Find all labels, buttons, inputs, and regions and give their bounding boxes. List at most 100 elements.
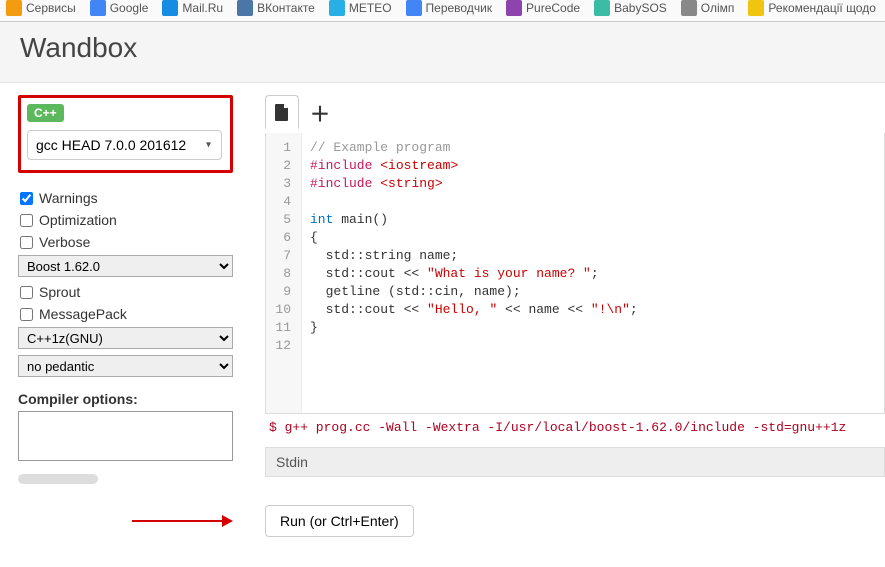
option-row[interactable]: Sprout xyxy=(18,281,233,303)
bookmark-label: PureCode xyxy=(526,1,580,15)
option-checkbox[interactable] xyxy=(20,236,33,249)
code-line: std::string name; xyxy=(310,247,876,265)
line-number: 8 xyxy=(270,265,295,283)
code-line xyxy=(310,193,876,211)
options-panel-2: Sprout MessagePack xyxy=(18,281,233,325)
compiler-options-label: Compiler options: xyxy=(18,391,233,407)
bookmark-favicon xyxy=(506,0,522,16)
code-editor[interactable]: 123456789101112 // Example program#inclu… xyxy=(265,133,885,414)
compiler-options-input[interactable] xyxy=(18,411,233,461)
bookmark-item[interactable]: METEO xyxy=(329,0,392,16)
run-row: Run (or Ctrl+Enter) xyxy=(265,505,885,537)
option-label: Optimization xyxy=(39,212,117,228)
code-line: // Example program xyxy=(310,139,876,157)
bookmark-item[interactable]: Сервисы xyxy=(6,0,76,16)
line-number: 10 xyxy=(270,301,295,319)
line-number: 6 xyxy=(270,229,295,247)
bookmark-label: Олімп xyxy=(701,1,735,15)
line-number: 4 xyxy=(270,193,295,211)
line-number: 1 xyxy=(270,139,295,157)
bookmark-favicon xyxy=(681,0,697,16)
code-line: std::cout << "What is your name? "; xyxy=(310,265,876,283)
compiler-command-line: $ g++ prog.cc -Wall -Wextra -I/usr/local… xyxy=(265,414,885,441)
line-number: 7 xyxy=(270,247,295,265)
arrow-annotation xyxy=(113,515,233,527)
option-checkbox[interactable] xyxy=(20,308,33,321)
option-checkbox[interactable] xyxy=(20,286,33,299)
page-header: Wandbox xyxy=(0,22,885,83)
tab-bar: ＋ xyxy=(265,95,885,133)
bookmark-item[interactable]: Mail.Ru xyxy=(162,0,223,16)
option-label: Verbose xyxy=(39,234,90,250)
bookmark-item[interactable]: ВКонтакте xyxy=(237,0,315,16)
line-number: 2 xyxy=(270,157,295,175)
std-select[interactable]: C++1z(GNU) xyxy=(18,327,233,349)
option-label: Sprout xyxy=(39,284,80,300)
run-button[interactable]: Run (or Ctrl+Enter) xyxy=(265,505,414,537)
page-title: Wandbox xyxy=(20,32,865,64)
options-panel: Warnings Optimization Verbose xyxy=(18,187,233,253)
bookmark-favicon xyxy=(406,0,422,16)
bookmark-label: Переводчик xyxy=(426,1,493,15)
option-label: Warnings xyxy=(39,190,98,206)
compiler-dropdown[interactable]: gcc HEAD 7.0.0 201612 ▾ xyxy=(27,130,222,160)
bookmark-favicon xyxy=(748,0,764,16)
code-line: getline (std::cin, name); xyxy=(310,283,876,301)
code-line: } xyxy=(310,319,876,337)
line-number: 11 xyxy=(270,319,295,337)
bookmark-label: METEO xyxy=(349,1,392,15)
line-number: 12 xyxy=(270,337,295,355)
option-label: MessagePack xyxy=(39,306,127,322)
bookmark-item[interactable]: Рекомендації щодо xyxy=(748,0,875,16)
pedantic-select[interactable]: no pedantic xyxy=(18,355,233,377)
bookmark-label: ВКонтакте xyxy=(257,1,315,15)
compiler-highlight-box: C++ gcc HEAD 7.0.0 201612 ▾ xyxy=(18,95,233,173)
option-checkbox[interactable] xyxy=(20,192,33,205)
bookmarks-bar: Сервисы Google Mail.Ru ВКонтакте METEO Перево… xyxy=(0,0,885,22)
bookmark-favicon xyxy=(329,0,345,16)
bookmark-favicon xyxy=(162,0,178,16)
line-number: 9 xyxy=(270,283,295,301)
bookmark-item[interactable]: Переводчик xyxy=(406,0,493,16)
bookmark-favicon xyxy=(237,0,253,16)
line-gutter: 123456789101112 xyxy=(266,133,302,413)
bookmark-label: Mail.Ru xyxy=(182,1,223,15)
file-icon xyxy=(275,104,289,121)
option-row[interactable]: Optimization xyxy=(18,209,233,231)
option-row[interactable]: Verbose xyxy=(18,231,233,253)
code-content[interactable]: // Example program#include <iostream>#in… xyxy=(302,133,884,413)
line-number: 3 xyxy=(270,175,295,193)
file-tab[interactable] xyxy=(265,95,299,129)
code-line xyxy=(310,337,876,355)
stdin-toggle[interactable]: Stdin xyxy=(265,447,885,477)
code-line: int main() xyxy=(310,211,876,229)
bookmark-label: Рекомендації щодо xyxy=(768,1,875,15)
scrollbar-stub xyxy=(18,474,98,484)
compiler-dropdown-label: gcc HEAD 7.0.0 201612 xyxy=(36,137,186,153)
option-checkbox[interactable] xyxy=(20,214,33,227)
bookmark-item[interactable]: PureCode xyxy=(506,0,580,16)
bookmark-favicon xyxy=(6,0,22,16)
bookmark-item[interactable]: BabySOS xyxy=(594,0,667,16)
language-badge: C++ xyxy=(27,104,64,122)
option-row[interactable]: Warnings xyxy=(18,187,233,209)
code-line: { xyxy=(310,229,876,247)
line-number: 5 xyxy=(270,211,295,229)
bookmark-label: Сервисы xyxy=(26,1,76,15)
add-tab-button[interactable]: ＋ xyxy=(303,95,337,129)
code-line: #include <string> xyxy=(310,175,876,193)
bookmark-favicon xyxy=(594,0,610,16)
bookmark-label: BabySOS xyxy=(614,1,667,15)
bookmark-item[interactable]: Олімп xyxy=(681,0,735,16)
bookmark-item[interactable]: Google xyxy=(90,0,149,16)
bookmark-label: Google xyxy=(110,1,149,15)
plus-icon: ＋ xyxy=(310,98,330,127)
main-area: C++ gcc HEAD 7.0.0 201612 ▾ Warnings Opti… xyxy=(0,83,885,567)
caret-down-icon: ▾ xyxy=(206,140,211,151)
boost-select[interactable]: Boost 1.62.0 xyxy=(18,255,233,277)
sidebar: C++ gcc HEAD 7.0.0 201612 ▾ Warnings Opti… xyxy=(18,95,233,537)
bookmark-favicon xyxy=(90,0,106,16)
editor-column: ＋ 123456789101112 // Example program#inc… xyxy=(265,95,885,537)
code-line: std::cout << "Hello, " << name << "!\n"; xyxy=(310,301,876,319)
option-row[interactable]: MessagePack xyxy=(18,303,233,325)
